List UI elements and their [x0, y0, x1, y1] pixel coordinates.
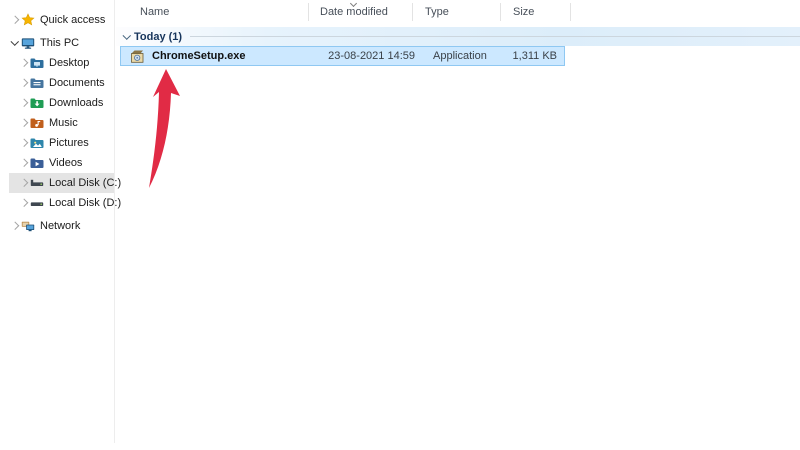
column-header-size[interactable]: Size: [513, 6, 534, 18]
sidebar-item-network[interactable]: Network: [9, 216, 114, 236]
chevron-right-icon[interactable]: [18, 160, 30, 166]
chevron-right-icon[interactable]: [18, 80, 30, 86]
group-header-today[interactable]: Today (1): [116, 27, 800, 46]
sidebar-item-local-disk-c[interactable]: Local Disk (C:): [9, 173, 114, 193]
sidebar-item-label: Downloads: [49, 97, 103, 109]
chevron-right-icon[interactable]: [18, 140, 30, 146]
file-list-pane: Name Date modified Type Size Today (1) C…: [116, 0, 800, 450]
navigation-pane: Quick access This PC Desktop Documents: [0, 0, 115, 443]
sidebar-item-videos[interactable]: Videos: [9, 153, 114, 173]
sidebar-item-label: Pictures: [49, 137, 89, 149]
annotation-arrow-icon: [146, 69, 184, 191]
desktop-folder-icon: [30, 56, 44, 70]
documents-folder-icon: [30, 76, 44, 90]
sidebar-item-label: Documents: [49, 77, 105, 89]
chevron-right-icon[interactable]: [9, 17, 21, 23]
sidebar-item-quick-access[interactable]: Quick access: [9, 10, 114, 30]
chevron-right-icon[interactable]: [18, 200, 30, 206]
sidebar-item-pictures[interactable]: Pictures: [9, 133, 114, 153]
sidebar-item-label: Local Disk (C:): [49, 177, 121, 189]
column-separator[interactable]: [412, 3, 413, 21]
column-header-name[interactable]: Name: [140, 6, 169, 18]
group-header-label: Today (1): [134, 31, 182, 43]
chevron-down-icon[interactable]: [9, 40, 21, 46]
chevron-right-icon[interactable]: [18, 120, 30, 126]
monitor-icon: [21, 36, 35, 50]
drive-icon: [30, 196, 44, 210]
file-row-chromesetup[interactable]: ChromeSetup.exe 23-08-2021 14:59 Applica…: [120, 46, 565, 66]
file-date-modified: 23-08-2021 14:59: [325, 50, 415, 62]
chevron-right-icon[interactable]: [9, 223, 21, 229]
sidebar-item-downloads[interactable]: Downloads: [9, 93, 114, 113]
installer-file-icon: [130, 49, 145, 64]
column-header-date-modified[interactable]: Date modified: [320, 6, 388, 18]
column-separator[interactable]: [500, 3, 501, 21]
sort-indicator-icon[interactable]: [348, 1, 358, 7]
chevron-right-icon[interactable]: [18, 180, 30, 186]
chevron-right-icon[interactable]: [18, 60, 30, 66]
sidebar-item-label: Videos: [49, 157, 82, 169]
file-size: 1,311 KB: [513, 50, 557, 62]
file-name: ChromeSetup.exe: [152, 50, 246, 62]
column-separator[interactable]: [570, 3, 571, 21]
network-icon: [21, 219, 35, 233]
sidebar-item-label: This PC: [40, 37, 79, 49]
sidebar-item-label: Desktop: [49, 57, 89, 69]
file-type: Application: [433, 50, 487, 62]
chevron-right-icon[interactable]: [18, 100, 30, 106]
sidebar-item-documents[interactable]: Documents: [9, 73, 114, 93]
drive-icon: [30, 176, 44, 190]
column-header-type[interactable]: Type: [425, 6, 449, 18]
column-header-bar: Name Date modified Type Size: [116, 0, 800, 26]
sidebar-item-desktop[interactable]: Desktop: [9, 53, 114, 73]
sidebar-item-label: Quick access: [40, 14, 105, 26]
group-header-rule: [190, 36, 800, 37]
sidebar-item-label: Network: [40, 220, 80, 232]
sidebar-item-local-disk-d[interactable]: Local Disk (D:): [9, 193, 114, 213]
videos-folder-icon: [30, 156, 44, 170]
chevron-down-icon[interactable]: [121, 34, 132, 40]
sidebar-item-label: Local Disk (D:): [49, 197, 121, 209]
sidebar-item-music[interactable]: Music: [9, 113, 114, 133]
sidebar-item-label: Music: [49, 117, 78, 129]
music-folder-icon: [30, 116, 44, 130]
pictures-folder-icon: [30, 136, 44, 150]
star-icon: [21, 13, 35, 27]
column-separator[interactable]: [308, 3, 309, 21]
sidebar-item-this-pc[interactable]: This PC: [9, 33, 114, 53]
downloads-folder-icon: [30, 96, 44, 110]
